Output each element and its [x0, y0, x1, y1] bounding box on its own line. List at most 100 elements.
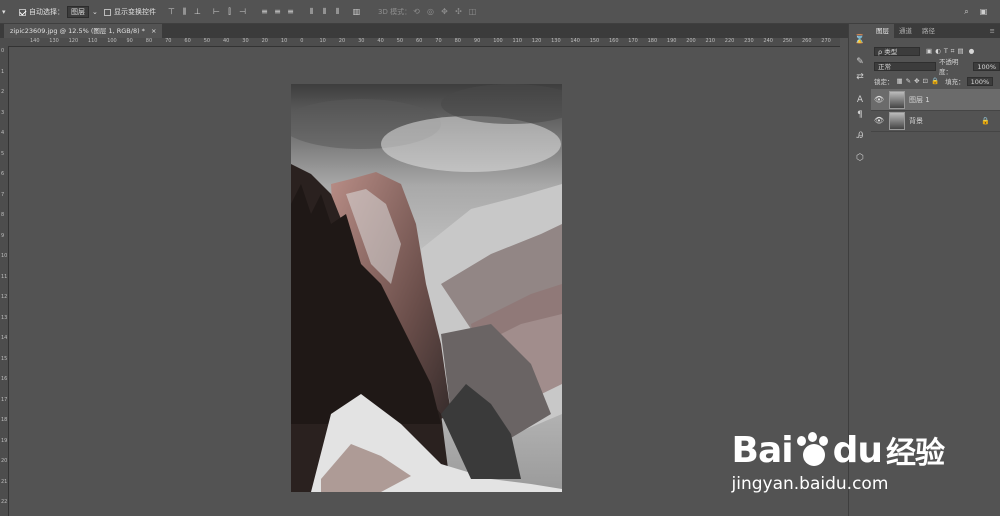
ruler-tick: 130	[49, 38, 59, 44]
opacity-field[interactable]: 100%	[973, 61, 1000, 71]
fill-field[interactable]: 100%	[966, 76, 994, 86]
transform-controls-checkbox[interactable]	[104, 8, 111, 16]
distribute-left-icon[interactable]: ⦀	[307, 7, 316, 16]
eye-icon[interactable]: 👁	[871, 116, 887, 125]
distribute-top-icon[interactable]: ≡	[260, 7, 269, 16]
3d-scale-icon[interactable]: ◫	[468, 7, 477, 16]
auto-select-checkbox[interactable]	[19, 8, 26, 16]
ruler-tick: 30	[358, 38, 365, 44]
panel-menu-icon[interactable]: ≡	[985, 24, 1000, 38]
search-icon[interactable]: ⌕	[962, 7, 971, 16]
auto-select-target-dropdown[interactable]: 图层	[67, 6, 89, 18]
ruler-tick: 0	[300, 38, 304, 44]
tab-channels[interactable]: 通道	[894, 24, 917, 38]
3d-rotate-icon[interactable]: ⟲	[412, 7, 421, 16]
ruler-tick: 190	[666, 38, 677, 44]
layer-name[interactable]: 背景	[909, 116, 923, 126]
align-right-icon[interactable]: ⊣	[238, 7, 247, 16]
ruler-tick: 21	[1, 478, 8, 485]
3d-roll-icon[interactable]: ◎	[426, 7, 435, 16]
ruler-tick: 10	[280, 38, 288, 44]
workspace-icon[interactable]: ▣	[979, 7, 988, 16]
align-vcenter-icon[interactable]: ⫼	[180, 7, 189, 16]
lock-icon: 🔒	[981, 116, 990, 125]
ruler-tick: 100	[107, 38, 117, 44]
blend-mode-dropdown[interactable]: 正常	[874, 61, 936, 71]
distribute-vcenter-icon[interactable]: ≡	[273, 7, 282, 16]
ruler-tick: 60	[416, 38, 423, 44]
ruler-tick: 12	[1, 294, 8, 300]
layer-name[interactable]: 图层 1	[909, 95, 930, 105]
brush-settings-icon[interactable]: ✎	[854, 56, 866, 68]
transform-controls-label: 显示变换控件	[114, 8, 156, 16]
character-icon[interactable]: A	[854, 94, 866, 106]
auto-align-icon[interactable]: ▥	[352, 7, 361, 16]
tool-preset-arrow[interactable]: ▾	[2, 6, 6, 18]
ruler-tick: 40	[223, 38, 230, 44]
ruler-tick: 19	[1, 437, 8, 444]
glyphs-icon[interactable]: Ꭿ	[854, 130, 866, 142]
ruler-tick: 110	[512, 38, 523, 44]
eye-icon[interactable]: 👁	[871, 95, 887, 104]
ruler-tick: 140	[30, 38, 40, 44]
ruler-tick: 9	[1, 232, 5, 239]
history-icon[interactable]: ⌛	[854, 34, 866, 46]
adjustments-icon[interactable]: ⇄	[854, 71, 866, 83]
tab-paths[interactable]: 路径	[917, 24, 940, 38]
document-tab[interactable]: zipic23609.jpg @ 12.5% (图层 1, RGB/8) * ×	[4, 24, 163, 38]
ruler-tick: 50	[203, 38, 211, 44]
paragraph-icon[interactable]: ¶	[854, 109, 866, 121]
chevron-down-icon[interactable]: ⌄	[92, 8, 98, 16]
ruler-tick: 7	[1, 191, 5, 198]
ruler-tick: 8	[1, 212, 5, 218]
align-top-icon[interactable]: ⊤	[167, 7, 176, 16]
watermark-url: jingyan.baidu.com	[731, 474, 889, 494]
ruler-tick: 40	[377, 38, 384, 44]
close-icon[interactable]: ×	[151, 24, 156, 38]
horizontal-ruler[interactable]: 140 130 120 110 100 90 80 70 60 50 40 30 20 10 0 10 20 30…	[8, 38, 840, 47]
watermark-brand-2: du	[832, 429, 883, 471]
tab-layers[interactable]: 图层	[871, 24, 894, 38]
watermark-brand: Bai	[731, 429, 794, 471]
layer-row[interactable]: 👁 图层 1	[871, 89, 1000, 111]
distribute-hcenter-icon[interactable]: ⦀	[320, 7, 329, 16]
ruler-tick: 150	[589, 38, 600, 44]
ruler-tick: 100	[493, 38, 503, 44]
align-hcenter-icon[interactable]: ⫿	[225, 7, 234, 16]
3d-slide-icon[interactable]: ✣	[454, 7, 463, 16]
ruler-tick: 230	[744, 38, 754, 44]
auto-select-toggle[interactable]: 自动选择： 图层 ⌄	[19, 6, 98, 18]
layer-row[interactable]: 👁 背景 🔒	[871, 110, 1000, 132]
opacity-label: 不透明度：	[938, 58, 959, 76]
document-image[interactable]	[291, 84, 562, 492]
ruler-origin[interactable]	[0, 38, 8, 46]
3d-icon[interactable]: ⬡	[854, 152, 866, 164]
ruler-tick: 90	[126, 38, 133, 44]
align-bottom-icon[interactable]: ⊥	[193, 7, 202, 16]
ruler-tick: 160	[609, 38, 619, 44]
ruler-tick: 210	[705, 38, 716, 44]
ruler-tick: 80	[454, 38, 461, 44]
auto-select-label: 自动选择：	[29, 8, 64, 16]
3d-drag-icon[interactable]: ✥	[440, 7, 449, 16]
lock-row: 锁定： ▦✎✥⊡🔒 填充： 100%	[871, 75, 1000, 87]
distribute-bottom-icon[interactable]: ≡	[286, 7, 295, 16]
ruler-tick: 5	[1, 150, 5, 157]
ruler-tick: 220	[724, 38, 735, 44]
distribute-right-icon[interactable]: ⦀	[333, 7, 342, 16]
align-left-icon[interactable]: ⊢	[212, 7, 221, 16]
layer-filter-kind[interactable]: ρ 类型	[874, 46, 920, 56]
lock-icons[interactable]: ▦✎✥⊡🔒	[897, 77, 943, 85]
vertical-ruler[interactable]: 0 1 2 3 4 5 6 7 8 9 10 11 12 13 14 15 16 17 18 19 20 21 22	[0, 46, 9, 516]
filter-toggle-icon[interactable]: ●	[969, 47, 975, 55]
ruler-tick: 80	[145, 38, 153, 44]
watermark: Bai du 经验 jingyan.baidu.com	[731, 428, 945, 495]
transform-controls-toggle[interactable]: 显示变换控件	[104, 6, 156, 18]
ruler-tick: 130	[551, 38, 561, 44]
ruler-tick: 140	[570, 38, 580, 44]
filter-icons[interactable]: ▣◐T⌗▤	[926, 47, 967, 56]
ruler-tick: 14	[1, 335, 8, 341]
layer-thumbnail	[889, 90, 905, 109]
ruler-tick: 70	[165, 38, 172, 44]
ruler-tick: 240	[763, 38, 773, 44]
